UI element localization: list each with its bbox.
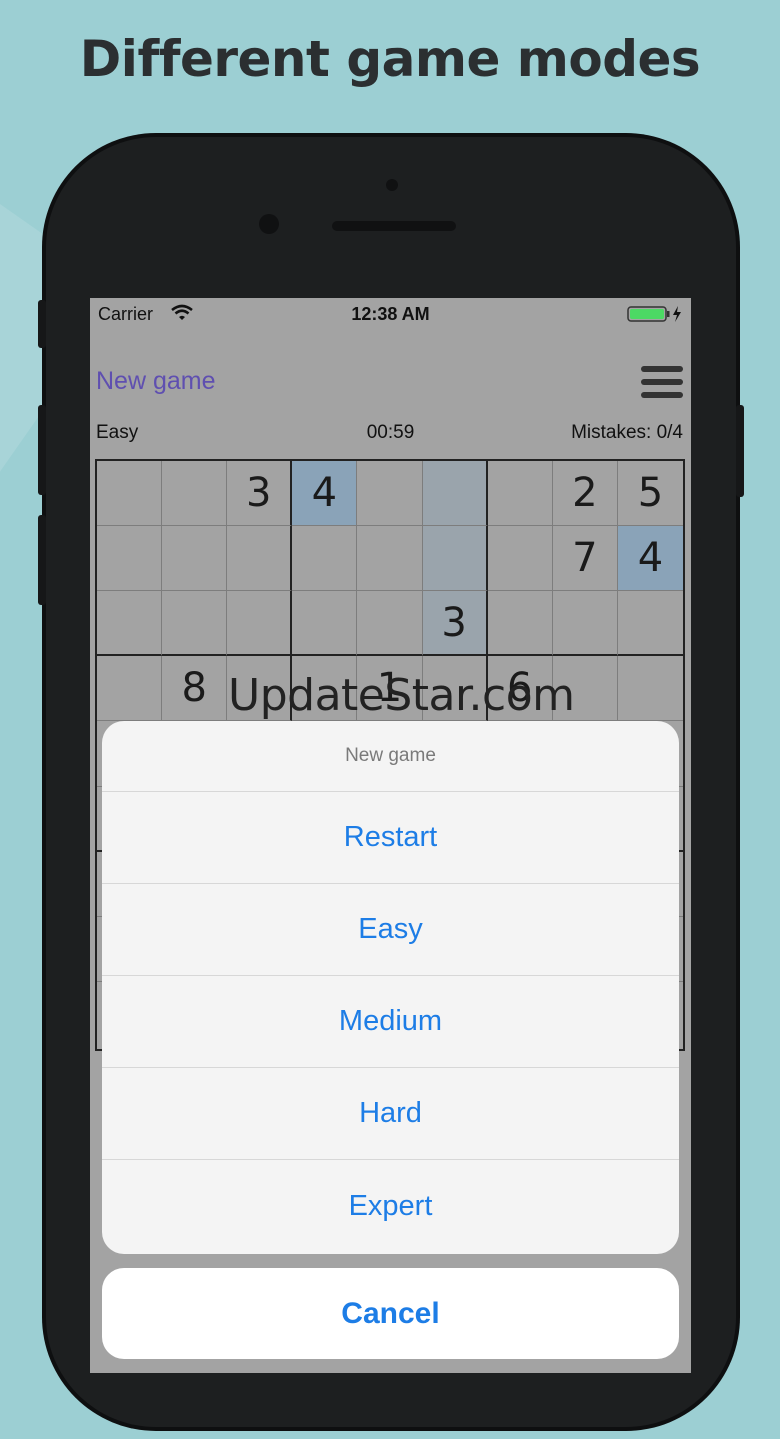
volume-up-button bbox=[38, 405, 46, 495]
sudoku-cell[interactable] bbox=[162, 461, 228, 527]
expert-option[interactable]: Expert bbox=[102, 1160, 679, 1252]
hard-option[interactable]: Hard bbox=[102, 1068, 679, 1160]
sudoku-cell[interactable] bbox=[487, 591, 553, 657]
sudoku-cell[interactable] bbox=[292, 526, 358, 592]
action-sheet: New game Restart Easy Medium Hard Expert bbox=[102, 721, 679, 1254]
sudoku-cell[interactable]: 8 bbox=[162, 656, 228, 722]
mistakes-label: Mistakes: 0/4 bbox=[571, 422, 683, 443]
restart-option[interactable]: Restart bbox=[102, 792, 679, 884]
cancel-button[interactable]: Cancel bbox=[102, 1268, 679, 1359]
sudoku-cell[interactable]: 5 bbox=[617, 461, 683, 527]
status-bar: Carrier 12:38 AM bbox=[90, 298, 691, 330]
hamburger-menu-icon[interactable] bbox=[641, 365, 683, 399]
sudoku-cell[interactable] bbox=[97, 656, 163, 722]
medium-option[interactable]: Medium bbox=[102, 976, 679, 1068]
sudoku-cell[interactable] bbox=[617, 591, 683, 657]
sudoku-cell[interactable]: 3 bbox=[227, 461, 293, 527]
proximity-sensor bbox=[386, 179, 398, 191]
sudoku-cell[interactable]: 3 bbox=[422, 591, 488, 657]
sudoku-cell[interactable] bbox=[227, 591, 293, 657]
front-camera-icon bbox=[259, 214, 279, 234]
sudoku-cell[interactable]: 4 bbox=[617, 526, 683, 592]
clock-label: 12:38 AM bbox=[351, 304, 430, 324]
sudoku-cell[interactable] bbox=[422, 461, 488, 527]
sudoku-cell[interactable] bbox=[227, 526, 293, 592]
sudoku-cell[interactable] bbox=[357, 526, 423, 592]
new-game-button[interactable]: New game bbox=[96, 367, 216, 396]
sudoku-cell[interactable] bbox=[552, 591, 618, 657]
page-headline: Different game modes bbox=[79, 30, 701, 88]
app-screen: Carrier 12:38 AM New game Easy 00:59 Mis… bbox=[90, 298, 691, 1373]
sudoku-cell[interactable] bbox=[97, 591, 163, 657]
mute-switch bbox=[38, 300, 46, 348]
battery-charging-icon bbox=[627, 306, 681, 322]
sudoku-cell[interactable] bbox=[422, 526, 488, 592]
earpiece-speaker bbox=[332, 221, 456, 231]
sudoku-cell[interactable] bbox=[162, 526, 228, 592]
sudoku-cell[interactable] bbox=[357, 591, 423, 657]
sudoku-cell[interactable] bbox=[357, 461, 423, 527]
easy-option[interactable]: Easy bbox=[102, 884, 679, 976]
sudoku-cell[interactable]: 7 bbox=[552, 526, 618, 592]
volume-down-button bbox=[38, 515, 46, 605]
sudoku-cell[interactable] bbox=[487, 526, 553, 592]
power-button bbox=[736, 405, 744, 497]
watermark-text: UpdateStar.com bbox=[228, 670, 575, 721]
sudoku-cell[interactable] bbox=[292, 591, 358, 657]
sudoku-cell[interactable] bbox=[162, 591, 228, 657]
action-sheet-title: New game bbox=[102, 721, 679, 792]
sudoku-cell[interactable]: 2 bbox=[552, 461, 618, 527]
sudoku-cell[interactable] bbox=[97, 526, 163, 592]
sudoku-cell[interactable] bbox=[487, 461, 553, 527]
sudoku-cell[interactable] bbox=[617, 656, 683, 722]
sudoku-cell[interactable] bbox=[97, 461, 163, 527]
sudoku-cell[interactable]: 4 bbox=[292, 461, 358, 527]
